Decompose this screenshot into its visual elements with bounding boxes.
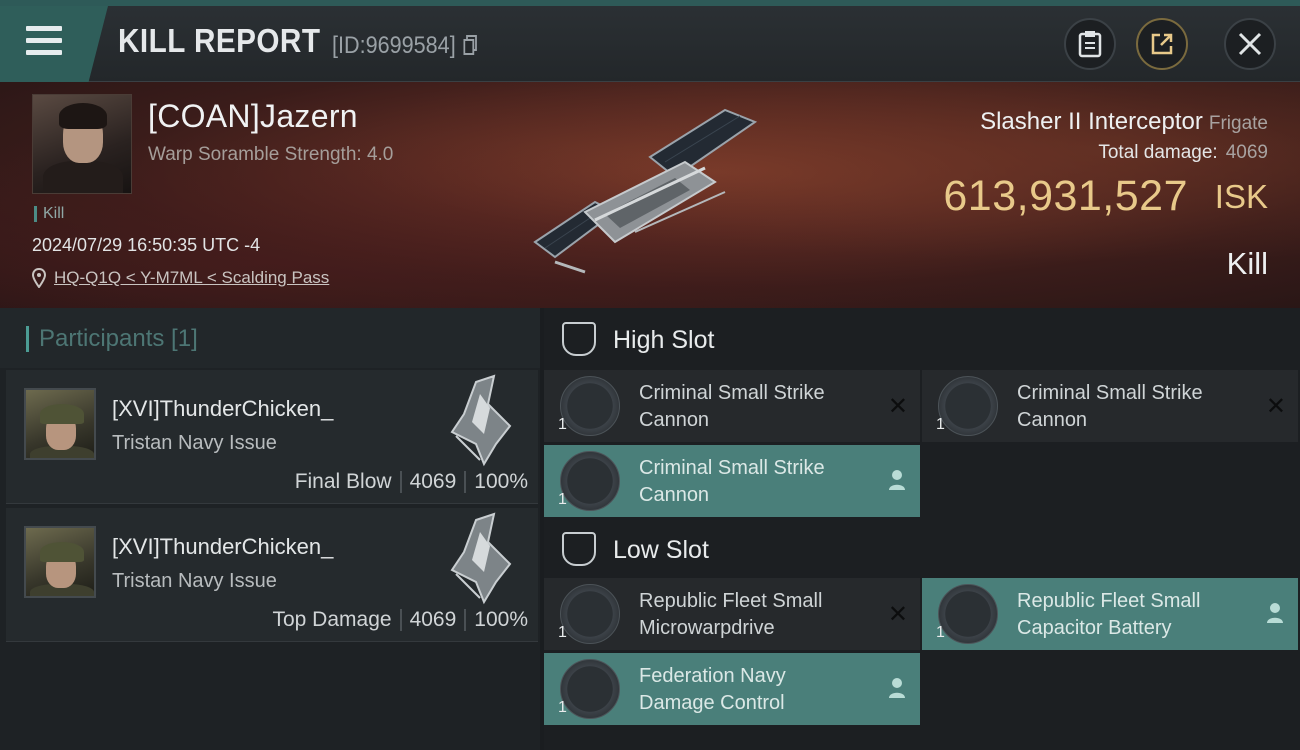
share-icon <box>1151 33 1173 55</box>
shield-slot-icon <box>562 532 596 566</box>
participant-damage: 4069 <box>409 470 457 493</box>
participant-role: Top Damage <box>272 608 392 631</box>
isk-value: 613,931,527 <box>943 172 1188 220</box>
close-button[interactable] <box>1224 18 1276 70</box>
high-slot-header: High Slot <box>544 308 1300 370</box>
low-slot-label: Low Slot <box>613 536 709 564</box>
victim-portrait[interactable] <box>32 94 132 194</box>
participant-name: [XVI]ThunderChicken_ <box>112 534 334 559</box>
participant-card[interactable]: [XVI]ThunderChicken_ Tristan Navy Issue … <box>6 508 538 642</box>
kill-timestamp: 2024/07/29 16:50:35 UTC -4 <box>32 235 261 255</box>
total-damage-value: 4069 <box>1225 142 1268 163</box>
participant-ship-icon <box>450 512 512 605</box>
share-button[interactable] <box>1136 18 1188 70</box>
result-label: Kill <box>1226 246 1268 281</box>
copy-icon[interactable] <box>463 35 477 55</box>
kill-tag: Kill <box>34 206 64 222</box>
damage-control-icon <box>560 659 620 719</box>
module-name: Criminal Small Strike Cannon <box>639 457 825 506</box>
fitting-panel: High Slot 1 Criminal Small Strike Cannon… <box>544 308 1300 750</box>
module-name: Criminal Small Strike Cannon <box>1017 382 1203 431</box>
participant-avatar[interactable] <box>24 526 96 598</box>
person-icon <box>1267 603 1283 623</box>
module-item[interactable]: 1 Criminal Small Strike Cannon ✕ <box>544 370 920 442</box>
module-item[interactable]: 1 Republic Fleet Small Microwarpdrive ✕ <box>544 578 920 650</box>
cannon-icon <box>560 451 620 511</box>
module-name: Federation Navy Damage Control <box>639 665 786 714</box>
participant-role: Final Blow <box>294 470 392 493</box>
participant-damage: 4069 <box>409 608 457 631</box>
shield-slot-icon <box>562 322 596 356</box>
module-item[interactable]: 1 Federation Navy Damage Control <box>544 653 920 725</box>
module-item[interactable]: 1 Criminal Small Strike Cannon ✕ <box>922 370 1298 442</box>
module-qty: 1 <box>558 624 567 641</box>
participant-ship: Tristan Navy Issue <box>112 570 277 592</box>
module-name: Criminal Small Strike Cannon <box>639 382 825 431</box>
module-qty: 1 <box>936 416 945 433</box>
microwarpdrive-icon <box>560 584 620 644</box>
participant-ship: Tristan Navy Issue <box>112 432 277 454</box>
x-mark-icon: ✕ <box>1265 393 1286 420</box>
module-name: Republic Fleet Small Capacitor Battery <box>1017 590 1201 639</box>
capacitor-battery-icon <box>938 584 998 644</box>
x-mark-icon: ✕ <box>887 601 908 628</box>
participants-header: Participants [1] <box>0 308 540 368</box>
kill-location-link[interactable]: HQ-Q1Q < Y-M7ML < Scalding Pass <box>54 268 329 288</box>
participant-stats: Top Damage 4069 100% <box>272 608 528 632</box>
ship-class: Frigate <box>1208 113 1268 134</box>
x-mark-icon: ✕ <box>887 393 908 420</box>
participant-card[interactable]: [XVI]ThunderChicken_ Tristan Navy Issue … <box>6 370 538 504</box>
ship-name: Slasher II Interceptor Frigate <box>980 108 1268 135</box>
module-item[interactable]: 1 Republic Fleet Small Capacitor Battery <box>922 578 1298 650</box>
page-title: KILL REPORT <box>118 22 321 59</box>
clipboard-icon <box>1078 31 1102 58</box>
victim-subtitle: Warp Soramble Strength: 4.0 <box>148 144 394 165</box>
cannon-icon <box>938 376 998 436</box>
participants-panel: Participants [1] [XVI]ThunderChicken_ Tr… <box>0 308 540 750</box>
person-icon <box>889 470 905 490</box>
participant-name: [XVI]ThunderChicken_ <box>112 396 334 421</box>
isk-unit: ISK <box>1214 178 1268 215</box>
total-damage: Total damage: 4069 <box>1098 142 1268 163</box>
victim-panel: [COAN]Jazern Warp Soramble Strength: 4.0… <box>0 82 1300 308</box>
module-qty: 1 <box>936 624 945 641</box>
low-slot-header: Low Slot <box>544 518 1300 580</box>
module-qty: 1 <box>558 699 567 716</box>
participants-title: Participants [1] <box>26 326 198 352</box>
participant-avatar[interactable] <box>24 388 96 460</box>
clipboard-button[interactable] <box>1064 18 1116 70</box>
module-qty: 1 <box>558 491 567 508</box>
participant-percent: 100% <box>474 608 528 631</box>
victim-name[interactable]: [COAN]Jazern <box>148 98 358 135</box>
module-name: Republic Fleet Small Microwarpdrive <box>639 590 823 639</box>
close-icon <box>1238 32 1262 56</box>
participant-stats: Final Blow 4069 100% <box>295 470 528 494</box>
cannon-icon <box>560 376 620 436</box>
map-pin-icon <box>32 268 46 288</box>
ship-render[interactable] <box>525 102 775 282</box>
person-icon <box>889 678 905 698</box>
hamburger-icon <box>26 26 62 31</box>
high-slot-label: High Slot <box>613 326 715 354</box>
report-id: [ID:9699584] <box>332 32 478 60</box>
module-item[interactable]: 1 Criminal Small Strike Cannon <box>544 445 920 517</box>
participant-ship-icon <box>450 374 512 467</box>
module-qty: 1 <box>558 416 567 433</box>
participant-percent: 100% <box>474 470 528 493</box>
